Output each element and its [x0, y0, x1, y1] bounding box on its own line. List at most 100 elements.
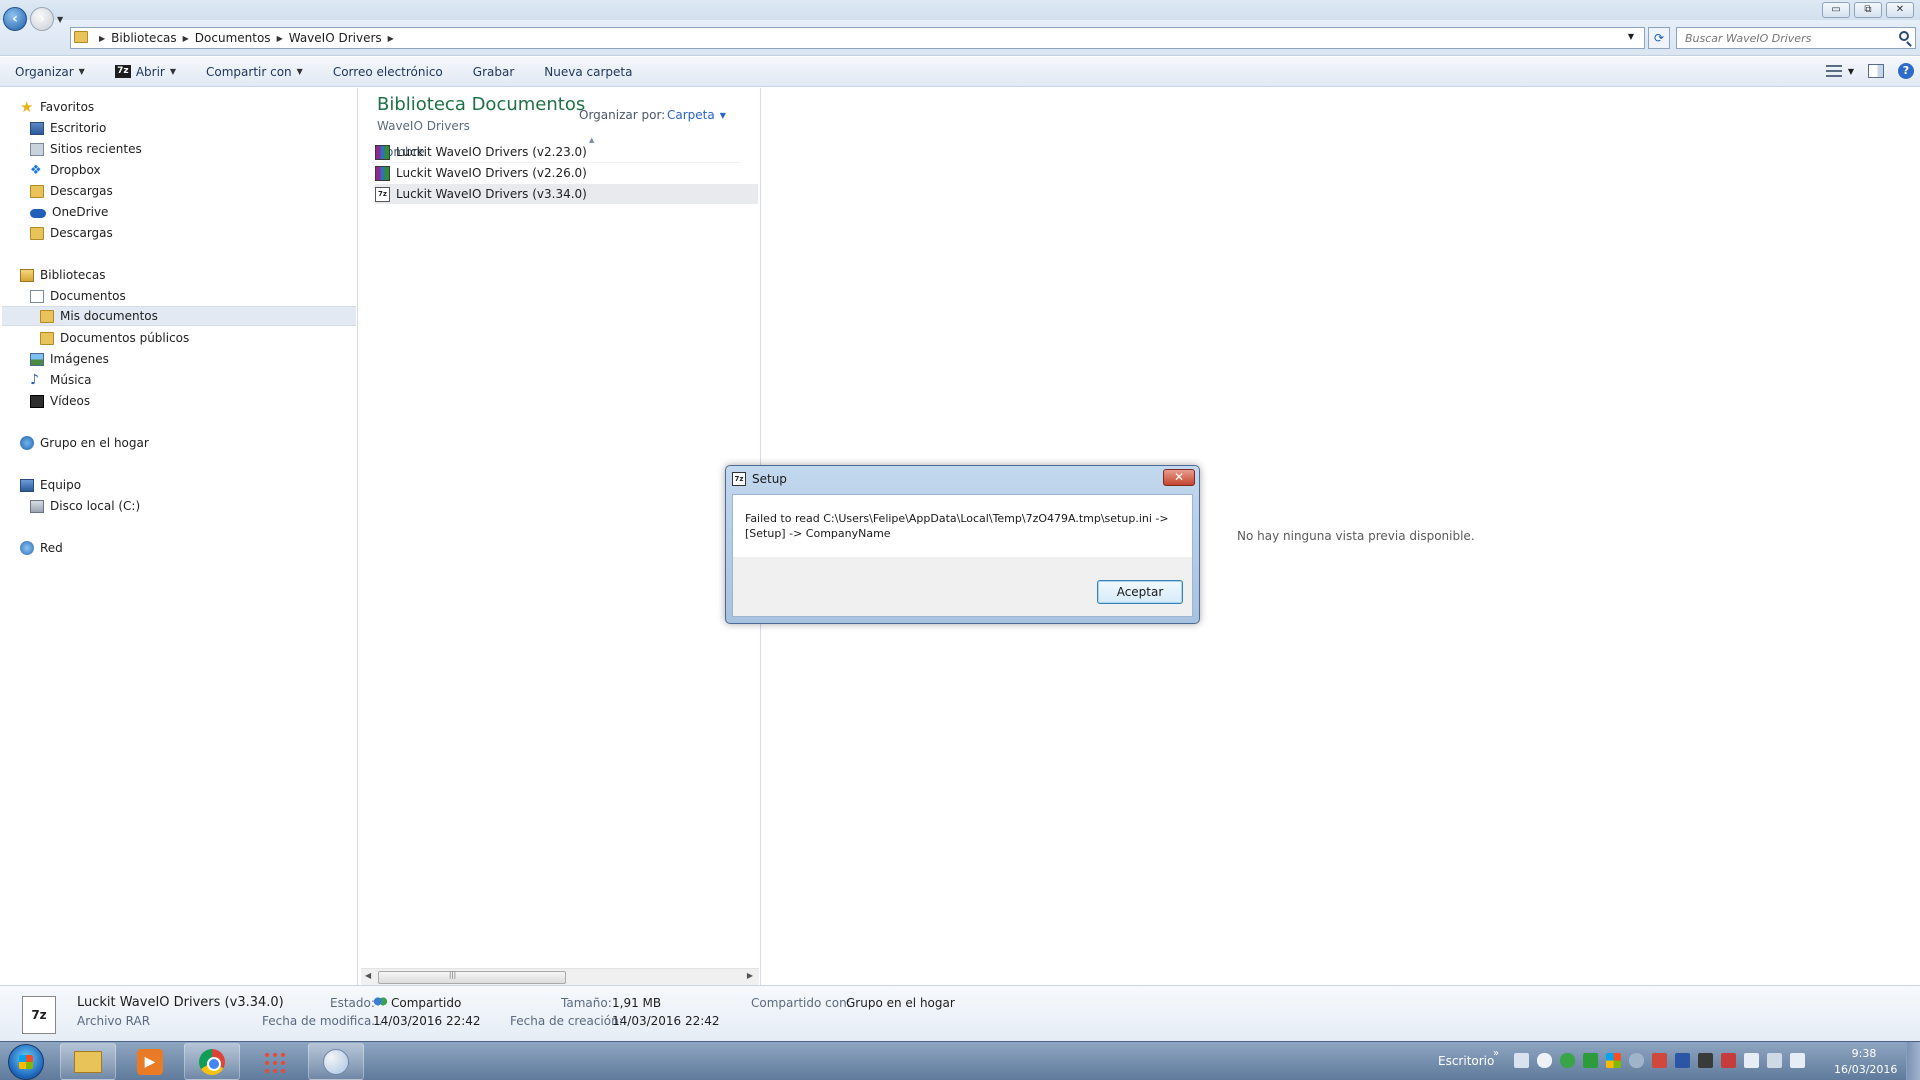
tray-circle-icon[interactable] [1629, 1053, 1644, 1068]
share-with-button[interactable]: Compartir con ▼ [191, 65, 318, 79]
sidebar-item-label: Equipo [40, 478, 82, 492]
address-history-dropdown[interactable]: ▼ [1628, 32, 1634, 41]
cloud-icon[interactable] [1537, 1053, 1552, 1068]
minimize-button[interactable]: ▭ [1822, 2, 1850, 18]
scroll-left-icon[interactable]: ◀ [365, 971, 371, 980]
sidebar-item-homegroup[interactable]: Grupo en el hogar [20, 433, 149, 453]
sidebar-item-computer[interactable]: Equipo [20, 475, 81, 495]
details-size-value: 1,91 MB [612, 996, 662, 1010]
tray-app-icon[interactable] [1514, 1053, 1529, 1068]
dialog-close-button[interactable]: ✕ [1163, 469, 1195, 486]
sync-icon[interactable] [1560, 1053, 1575, 1068]
new-folder-button[interactable]: Nueva carpeta [529, 65, 647, 79]
sidebar-item-label: Disco local (C:) [50, 499, 141, 513]
check-icon[interactable] [1583, 1053, 1598, 1068]
tray-blue-icon[interactable] [1675, 1053, 1690, 1068]
breadcrumb-item[interactable]: Documentos [189, 31, 277, 45]
taskbar-media-player[interactable]: ▶ [122, 1043, 178, 1080]
sidebar-item-my-documents[interactable]: Mis documentos [2, 306, 356, 326]
folder-icon [30, 184, 44, 198]
ok-button[interactable]: Aceptar [1097, 580, 1183, 604]
email-button[interactable]: Correo electrónico [318, 65, 458, 79]
sidebar-item-label: Vídeos [50, 394, 91, 408]
hard-disk-icon [30, 499, 44, 513]
sidebar-item-local-disk[interactable]: Disco local (C:) [30, 496, 140, 516]
refresh-button[interactable]: ⟳ [1648, 27, 1670, 49]
taskbar-apps[interactable] [246, 1043, 302, 1080]
recent-places-icon [30, 142, 44, 156]
system-clock[interactable]: 9:38 16/03/2016 [1834, 1046, 1897, 1078]
details-modified-label: Fecha de modifica... [262, 1014, 383, 1028]
file-list-pane: Biblioteca Documentos WaveIO Drivers Org… [359, 88, 761, 985]
sidebar-item-libraries[interactable]: Bibliotecas [20, 265, 105, 285]
windows-icon[interactable] [1606, 1053, 1621, 1068]
close-window-button[interactable]: ✕ [1886, 2, 1914, 18]
sidebar-item-network[interactable]: Red [20, 538, 63, 558]
organize-button[interactable]: Organizar ▼ [0, 65, 100, 79]
sidebar-item-music[interactable]: ♪ Música [30, 370, 92, 390]
recent-pages-dropdown[interactable]: ▼ [57, 15, 63, 24]
chevron-right-icon[interactable]: ▶ [388, 34, 394, 43]
scroll-right-icon[interactable]: ▶ [747, 971, 753, 980]
tray-dark-icon[interactable] [1698, 1053, 1713, 1068]
restore-button[interactable]: ⧉ [1854, 2, 1882, 18]
breadcrumb-item[interactable]: WaveIO Drivers [283, 31, 388, 45]
details-size-label: Tamaño: [561, 996, 612, 1010]
toolbar-chevron-icon[interactable]: » [1493, 1048, 1499, 1059]
network-tray-icon[interactable] [1767, 1053, 1782, 1068]
details-shared-with-value: Grupo en el hogar [846, 996, 955, 1010]
burn-button[interactable]: Grabar [458, 65, 530, 79]
show-desktop-button[interactable] [1906, 1042, 1920, 1080]
sidebar-item-label: Dropbox [50, 163, 101, 177]
sidebar-item-desktop[interactable]: Escritorio [30, 118, 106, 138]
arrange-by-dropdown[interactable]: Carpeta ▼ [667, 108, 726, 122]
flag-icon[interactable] [1744, 1053, 1759, 1068]
preview-pane-icon[interactable] [1868, 64, 1884, 78]
search-input[interactable] [1677, 28, 1887, 48]
taskbar-paint[interactable] [308, 1043, 364, 1080]
volume-icon[interactable] [1790, 1053, 1805, 1068]
sidebar-item-onedrive[interactable]: OneDrive [30, 202, 108, 222]
taskbar-explorer[interactable] [60, 1043, 116, 1080]
folder-icon [30, 226, 44, 240]
taskbar-chrome[interactable] [184, 1043, 240, 1080]
sidebar-item-label: Escritorio [50, 121, 107, 135]
tray-alert-icon[interactable] [1721, 1053, 1736, 1068]
file-row[interactable]: Luckit WaveIO Drivers (v2.26.0) [375, 163, 758, 183]
breadcrumb-item[interactable]: Bibliotecas [105, 31, 182, 45]
back-button[interactable]: ‹ [3, 7, 27, 31]
onedrive-icon [30, 209, 46, 218]
start-button[interactable] [8, 1044, 44, 1080]
arrange-by-label: Organizar por: [579, 108, 666, 122]
open-button[interactable]: 7z Abrir ▼ [100, 65, 191, 79]
7zip-icon: 7z [114, 65, 131, 78]
dialog-message: Failed to read C:\Users\Felipe\AppData\L… [745, 511, 1185, 541]
chevron-down-icon[interactable]: ▼ [1848, 67, 1854, 76]
forward-button[interactable]: › [30, 7, 54, 31]
sidebar-item-label: Documentos [50, 289, 126, 303]
details-created-value: 14/03/2016 22:42 [612, 1014, 720, 1028]
sidebar-item-public-documents[interactable]: Documentos públicos [40, 328, 189, 348]
scrollbar-thumb[interactable] [378, 971, 566, 984]
sidebar-item-videos[interactable]: Vídeos [30, 391, 90, 411]
chevron-down-icon: ▼ [719, 110, 726, 120]
desktop-toolbar-label[interactable]: Escritorio [1438, 1054, 1494, 1068]
sidebar-item-recent-places[interactable]: Sitios recientes [30, 139, 142, 159]
folder-icon [40, 309, 54, 323]
horizontal-scrollbar[interactable]: ◀ ||| ▶ [361, 968, 759, 985]
file-row[interactable]: Luckit WaveIO Drivers (v2.23.0) [375, 142, 758, 162]
sidebar-item-downloads-2[interactable]: Descargas [30, 223, 113, 243]
help-icon[interactable]: ? [1898, 63, 1914, 79]
sidebar-item-downloads[interactable]: Descargas [30, 181, 113, 201]
sidebar-item-favorites[interactable]: ★ Favoritos [20, 97, 94, 117]
view-options-icon[interactable] [1825, 65, 1842, 77]
tray-red-icon[interactable] [1652, 1053, 1667, 1068]
address-bar[interactable]: ▶ Bibliotecas ▶ Documentos ▶ WaveIO Driv… [70, 27, 1645, 49]
file-row-selected[interactable]: 7z Luckit WaveIO Drivers (v3.34.0) [375, 184, 758, 204]
sidebar-item-pictures[interactable]: Imágenes [30, 349, 109, 369]
file-name: Luckit WaveIO Drivers (v3.34.0) [396, 187, 587, 201]
search-icon[interactable] [1899, 31, 1909, 41]
sidebar-item-documents[interactable]: Documentos [30, 286, 126, 306]
7z-archive-icon: 7z [22, 996, 56, 1034]
sidebar-item-dropbox[interactable]: ❖ Dropbox [30, 160, 101, 180]
